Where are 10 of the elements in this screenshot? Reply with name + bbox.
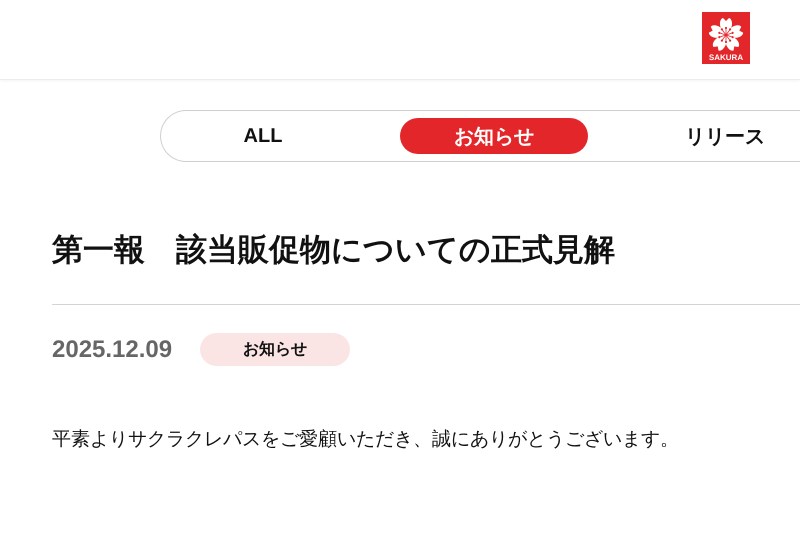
flower-icon <box>708 17 744 53</box>
tab[interactable]: リリース <box>631 118 800 154</box>
tab[interactable]: お知らせ <box>400 118 588 154</box>
article-title: 第一報 該当販促物についての正式見解 <box>52 231 616 269</box>
logo-text: SAKURA <box>708 53 744 62</box>
date: 2025.12.09 <box>52 336 172 364</box>
category-tag: お知らせ <box>200 333 350 366</box>
logo[interactable]: SAKURA <box>702 12 750 64</box>
tab[interactable]: ALL <box>169 118 357 154</box>
body-text: 平素よりサクラクレパスをご愛顧いただき、誠にありがとうございます。 <box>52 428 680 452</box>
